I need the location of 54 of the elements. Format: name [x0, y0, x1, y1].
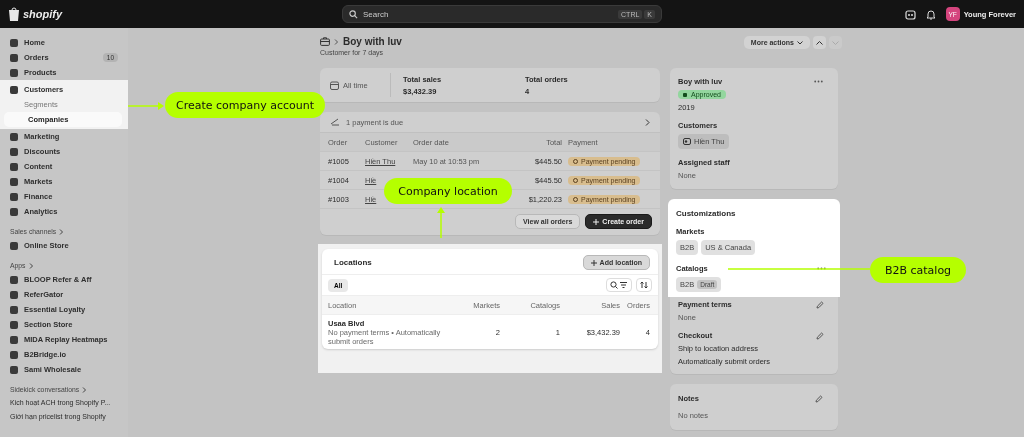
sort-button[interactable] [636, 278, 652, 292]
more-icon[interactable] [814, 80, 823, 83]
pencil-icon[interactable] [816, 300, 824, 309]
chevron-right-icon [59, 228, 65, 235]
pencil-icon[interactable] [815, 394, 823, 403]
chevron-right-icon [28, 262, 34, 269]
square-icon [10, 365, 18, 374]
chevron-down-icon [797, 40, 803, 45]
square-icon [10, 290, 18, 299]
square-icon [10, 207, 18, 216]
square-icon [10, 335, 18, 344]
shopping-bag-icon [8, 7, 20, 21]
robot-icon[interactable] [904, 8, 916, 20]
card-title: Customizations [676, 209, 737, 218]
chevron-up-icon [816, 40, 823, 45]
chevron-right-icon [82, 386, 88, 393]
calendar-icon [330, 80, 339, 90]
search-filter-button[interactable] [606, 278, 632, 292]
search-filter-icon [610, 281, 628, 289]
search-field[interactable]: Search [363, 9, 614, 19]
square-icon [10, 320, 18, 329]
logo-text: shopify [23, 8, 63, 20]
id-card-icon [683, 138, 691, 145]
square-icon [10, 350, 18, 359]
square-icon [10, 177, 18, 186]
square-icon [10, 85, 18, 94]
arrow [437, 207, 445, 239]
callout-label: Create company account [165, 92, 325, 118]
square-icon [10, 53, 18, 62]
square-icon [10, 38, 18, 47]
plus-icon [593, 218, 600, 225]
square-icon [10, 132, 18, 141]
square-icon [10, 68, 18, 77]
chevron-right-icon[interactable] [645, 118, 650, 126]
square-icon [10, 241, 18, 250]
pencil-icon[interactable] [816, 331, 824, 340]
square-icon [10, 192, 18, 201]
arrow [127, 102, 164, 110]
square-icon [10, 305, 18, 314]
square-icon [10, 147, 18, 156]
callout-label: Company location [384, 178, 512, 204]
chevron-right-icon [334, 38, 339, 45]
briefcase-icon [320, 37, 330, 46]
page-title: Boy with luv [343, 36, 402, 47]
previous-button[interactable] [813, 36, 826, 49]
sort-icon [640, 281, 648, 289]
square-icon [10, 162, 18, 171]
callout-label: B2B catalog [870, 257, 966, 283]
plus-icon [590, 259, 597, 266]
search-icon [349, 9, 358, 19]
bell-icon[interactable] [925, 8, 936, 20]
square-icon [10, 275, 18, 284]
card-title: Locations [334, 258, 372, 267]
chevron-down-icon [832, 40, 839, 45]
